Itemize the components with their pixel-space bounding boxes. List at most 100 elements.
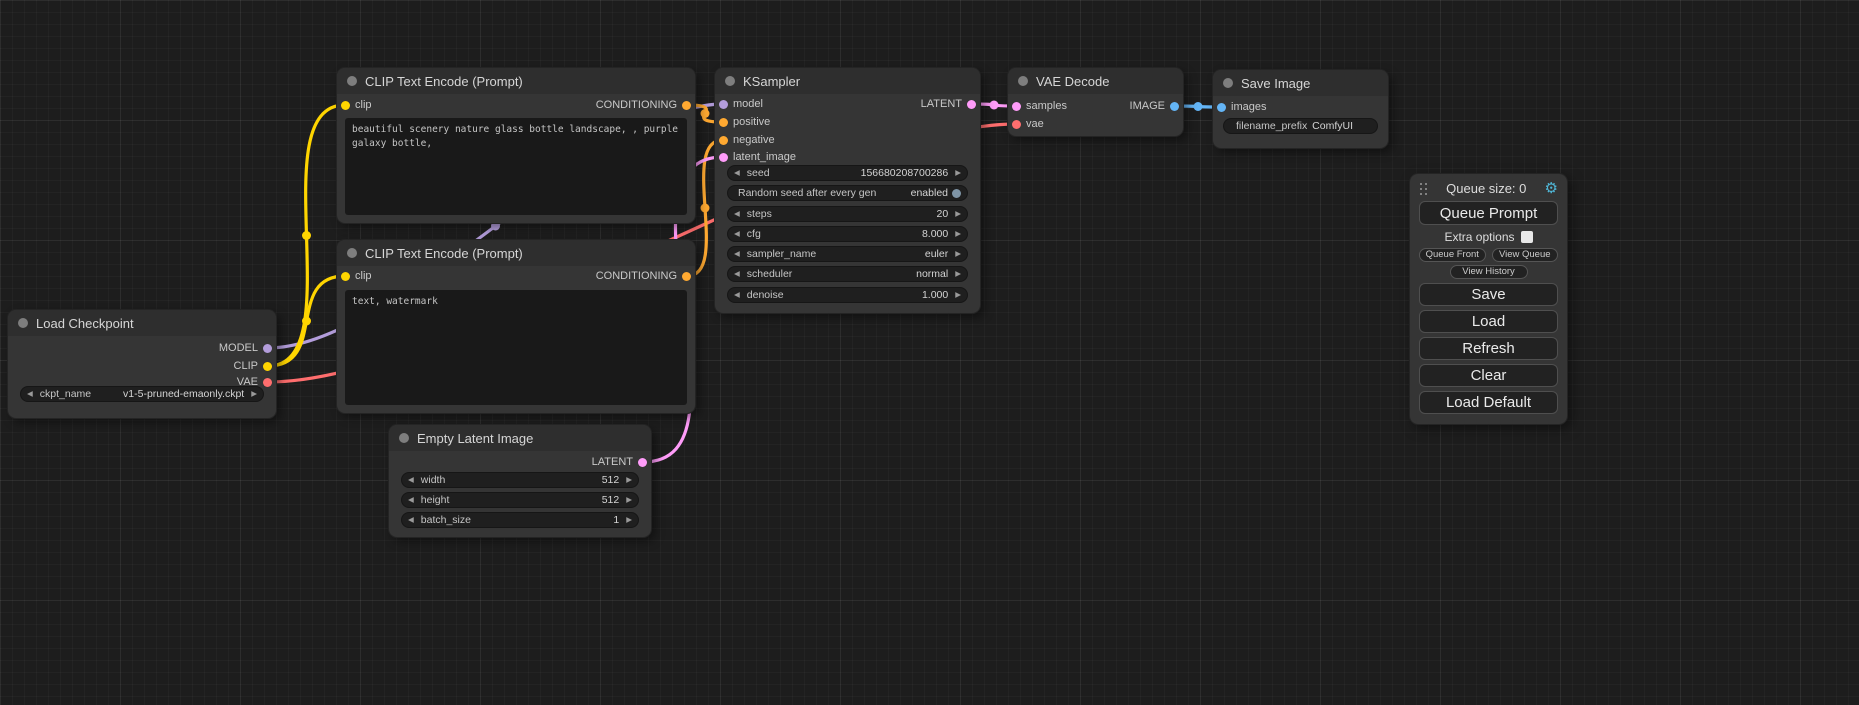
queue-prompt-button[interactable]: Queue Prompt [1419, 201, 1558, 225]
input-slot-clip[interactable]: clip [341, 97, 372, 113]
seed-widget[interactable]: ◀ seed 156680208700286 ▶ [727, 165, 968, 181]
node-ksampler[interactable]: KSampler model positive negative latent_… [715, 68, 980, 313]
increment-arrow-icon[interactable]: ▶ [626, 476, 632, 484]
negative-prompt-textarea[interactable]: text, watermark [345, 290, 687, 405]
collapse-dot-icon[interactable] [399, 433, 409, 443]
node-vae-decode[interactable]: VAE Decode samples vae IMAGE [1008, 68, 1183, 136]
input-slot-latent-image[interactable]: latent_image [719, 149, 796, 165]
view-history-button[interactable]: View History [1450, 265, 1528, 279]
samples-input-dot[interactable] [1012, 102, 1021, 111]
vae-decode-title-bar[interactable]: VAE Decode [1008, 68, 1183, 94]
input-slot-positive[interactable]: positive [719, 114, 770, 130]
sampler-name-widget[interactable]: ◀ sampler_name euler ▶ [727, 246, 968, 262]
height-widget[interactable]: ◀ height 512 ▶ [401, 492, 639, 508]
input-slot-vae[interactable]: vae [1012, 116, 1044, 132]
node-graph-canvas[interactable]: Load Checkpoint MODEL CLIP VAE ◀ ckpt_na… [0, 0, 1859, 705]
increment-arrow-icon[interactable]: ▶ [626, 496, 632, 504]
vae-output-dot[interactable] [263, 378, 272, 387]
steps-widget[interactable]: ◀ steps 20 ▶ [727, 206, 968, 222]
conditioning-output-dot[interactable] [682, 272, 691, 281]
queue-front-button[interactable]: Queue Front [1419, 248, 1486, 262]
link-midpoint-dot[interactable] [302, 231, 311, 240]
drag-handle-icon[interactable] [1419, 182, 1428, 195]
positive-input-dot[interactable] [719, 118, 728, 127]
filename-prefix-widget[interactable]: filename_prefix ComfyUI [1223, 118, 1378, 134]
input-slot-negative[interactable]: negative [719, 132, 775, 148]
ksampler-title-bar[interactable]: KSampler [715, 68, 980, 94]
decrement-arrow-icon[interactable]: ◀ [27, 390, 33, 398]
collapse-dot-icon[interactable] [347, 248, 357, 258]
input-slot-samples[interactable]: samples [1012, 98, 1067, 114]
clip-text-encode-title-bar[interactable]: CLIP Text Encode (Prompt) [337, 240, 695, 266]
input-slot-clip[interactable]: clip [341, 268, 372, 284]
images-input-dot[interactable] [1217, 103, 1226, 112]
decrement-arrow-icon[interactable]: ◀ [408, 476, 414, 484]
collapse-dot-icon[interactable] [1223, 78, 1233, 88]
clip-input-dot[interactable] [341, 101, 350, 110]
decrement-arrow-icon[interactable]: ◀ [734, 230, 740, 238]
decrement-arrow-icon[interactable]: ◀ [734, 291, 740, 299]
clip-output-dot[interactable] [263, 362, 272, 371]
settings-gear-icon[interactable]: ⚙ [1545, 181, 1558, 196]
link-midpoint-dot[interactable] [701, 204, 710, 213]
load-default-button[interactable]: Load Default [1419, 391, 1558, 414]
output-slot-image[interactable]: IMAGE [1130, 98, 1179, 114]
conditioning-output-dot[interactable] [682, 101, 691, 110]
extra-options-checkbox[interactable] [1521, 231, 1533, 243]
vae-input-dot[interactable] [1012, 120, 1021, 129]
latent-image-input-dot[interactable] [719, 153, 728, 162]
node-clip-text-encode-negative[interactable]: CLIP Text Encode (Prompt) clip CONDITION… [337, 240, 695, 413]
model-input-dot[interactable] [719, 100, 728, 109]
input-slot-model[interactable]: model [719, 96, 763, 112]
increment-arrow-icon[interactable]: ▶ [955, 169, 961, 177]
save-image-title-bar[interactable]: Save Image [1213, 70, 1388, 96]
increment-arrow-icon[interactable]: ▶ [955, 210, 961, 218]
increment-arrow-icon[interactable]: ▶ [251, 390, 257, 398]
clip-text-encode-title-bar[interactable]: CLIP Text Encode (Prompt) [337, 68, 695, 94]
view-queue-button[interactable]: View Queue [1492, 248, 1559, 262]
output-slot-latent[interactable]: LATENT [921, 96, 976, 112]
batch-size-widget[interactable]: ◀ batch_size 1 ▶ [401, 512, 639, 528]
load-button[interactable]: Load [1419, 310, 1558, 333]
denoise-widget[interactable]: ◀ denoise 1.000 ▶ [727, 287, 968, 303]
link-midpoint-dot[interactable] [302, 317, 311, 326]
decrement-arrow-icon[interactable]: ◀ [408, 496, 414, 504]
decrement-arrow-icon[interactable]: ◀ [734, 169, 740, 177]
increment-arrow-icon[interactable]: ▶ [955, 250, 961, 258]
output-slot-latent[interactable]: LATENT [592, 454, 647, 470]
load-checkpoint-title-bar[interactable]: Load Checkpoint [8, 310, 276, 336]
clip-input-dot[interactable] [341, 272, 350, 281]
cfg-widget[interactable]: ◀ cfg 8.000 ▶ [727, 226, 968, 242]
increment-arrow-icon[interactable]: ▶ [955, 291, 961, 299]
model-output-dot[interactable] [263, 344, 272, 353]
clear-button[interactable]: Clear [1419, 364, 1558, 387]
latent-output-dot[interactable] [638, 458, 647, 467]
output-slot-conditioning[interactable]: CONDITIONING [596, 97, 691, 113]
collapse-dot-icon[interactable] [18, 318, 28, 328]
decrement-arrow-icon[interactable]: ◀ [734, 210, 740, 218]
link-midpoint-dot[interactable] [1194, 102, 1203, 111]
node-empty-latent-image[interactable]: Empty Latent Image LATENT ◀ width 512 ▶ … [389, 425, 651, 537]
decrement-arrow-icon[interactable]: ◀ [734, 250, 740, 258]
collapse-dot-icon[interactable] [725, 76, 735, 86]
node-save-image[interactable]: Save Image images filename_prefix ComfyU… [1213, 70, 1388, 148]
output-slot-clip[interactable]: CLIP [234, 358, 272, 374]
image-output-dot[interactable] [1170, 102, 1179, 111]
scheduler-widget[interactable]: ◀ scheduler normal ▶ [727, 266, 968, 282]
refresh-button[interactable]: Refresh [1419, 337, 1558, 360]
ckpt-name-widget[interactable]: ◀ ckpt_name v1-5-pruned-emaonly.ckpt ▶ [20, 386, 264, 402]
random-seed-toggle-widget[interactable]: Random seed after every gen enabled [727, 185, 968, 201]
increment-arrow-icon[interactable]: ▶ [626, 516, 632, 524]
decrement-arrow-icon[interactable]: ◀ [734, 270, 740, 278]
link-midpoint-dot[interactable] [990, 101, 999, 110]
increment-arrow-icon[interactable]: ▶ [955, 230, 961, 238]
latent-output-dot[interactable] [967, 100, 976, 109]
output-slot-conditioning[interactable]: CONDITIONING [596, 268, 691, 284]
positive-prompt-textarea[interactable]: beautiful scenery nature glass bottle la… [345, 118, 687, 215]
collapse-dot-icon[interactable] [1018, 76, 1028, 86]
save-button[interactable]: Save [1419, 283, 1558, 306]
decrement-arrow-icon[interactable]: ◀ [408, 516, 414, 524]
input-slot-images[interactable]: images [1217, 99, 1266, 115]
negative-input-dot[interactable] [719, 136, 728, 145]
increment-arrow-icon[interactable]: ▶ [955, 270, 961, 278]
